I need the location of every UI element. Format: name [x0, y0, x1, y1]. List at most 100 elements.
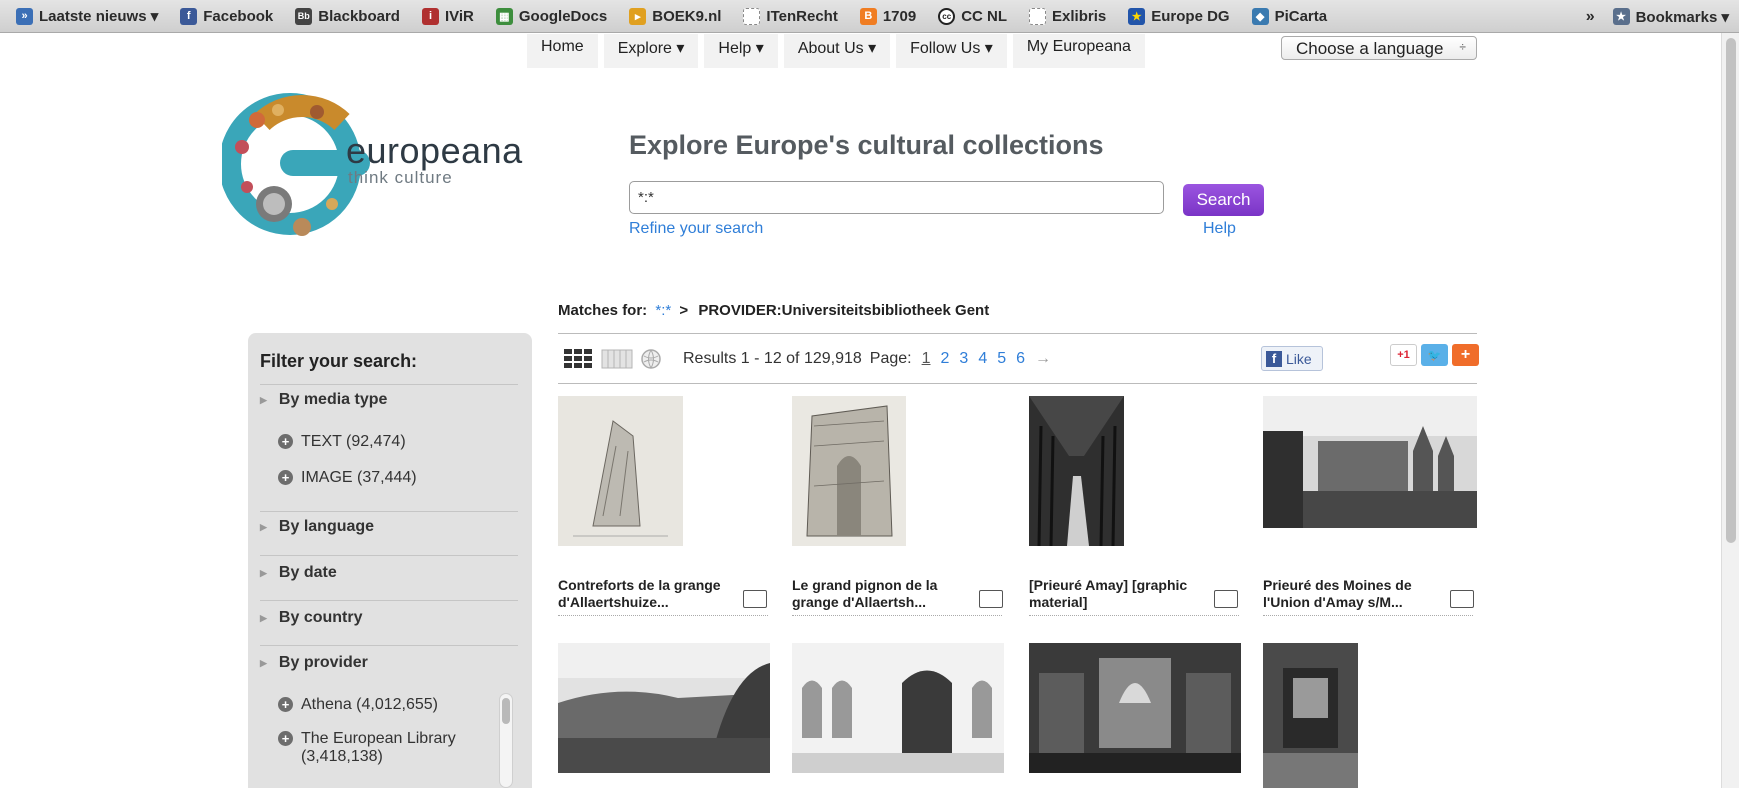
share-buttons: +1 🐦 + [1386, 344, 1479, 366]
result-thumbnail[interactable] [792, 396, 906, 546]
logo-subtitle: think culture [348, 168, 453, 187]
bookmark-ivir[interactable]: i IViR [421, 7, 474, 25]
result-title[interactable]: Prieuré des Moines de l'Union d'Amay s/M.… [1263, 577, 1443, 611]
page-link-1[interactable]: 1 [922, 350, 931, 368]
result-divider [1029, 615, 1239, 616]
page-link-2[interactable]: 2 [941, 350, 950, 368]
like-label: Like [1286, 350, 1312, 367]
matches-label: Matches for: [558, 302, 648, 319]
page-link-5[interactable]: 5 [997, 350, 1006, 368]
image-type-icon [979, 590, 1003, 608]
timeline-view-icon[interactable] [601, 348, 633, 370]
add-filter-icon: + [278, 697, 293, 712]
add-filter-icon: + [278, 434, 293, 449]
search-button[interactable]: Search [1183, 184, 1264, 216]
bookmark-blackboard[interactable]: Bb Blackboard [295, 7, 400, 25]
nav-help[interactable]: Help ▾ [704, 34, 778, 68]
rss-icon: » [16, 7, 33, 25]
provider-list-scrollbar[interactable] [499, 693, 513, 788]
grid-view-icon[interactable] [563, 348, 595, 370]
nav-my-europeana[interactable]: My Europeana [1012, 34, 1145, 68]
collapse-triangle-icon: ▶ [260, 657, 267, 668]
result-title[interactable]: [Prieuré Amay] [graphic material] [1029, 577, 1209, 611]
filter-option-image[interactable]: + IMAGE (37,444) [278, 469, 417, 487]
bookmarks-button[interactable]: Bookmarks ▾ [1636, 8, 1729, 26]
boek9-icon: ▸ [629, 7, 647, 25]
collapse-triangle-icon: ▶ [260, 394, 267, 405]
twitter-icon[interactable]: 🐦 [1421, 344, 1448, 366]
result-thumbnail[interactable] [1263, 643, 1358, 788]
next-page-arrow-icon[interactable]: → [1035, 350, 1051, 368]
image-type-icon [743, 590, 767, 608]
filter-option-text[interactable]: + TEXT (92,474) [278, 433, 406, 451]
provider-list-scroll-thumb[interactable] [502, 698, 510, 724]
filter-option-european-library[interactable]: + The European Library (3,418,138) [278, 730, 456, 766]
bookmarks-bar: » Laatste nieuws ▾ f Facebook Bb Blackboard… [0, 0, 1739, 33]
filter-divider [260, 555, 518, 556]
search-help-link[interactable]: Help [1203, 220, 1236, 238]
facebook-icon: f [180, 7, 198, 25]
results-toolbar: Results 1 - 12 of 129,918 Page: 1 2 3 4 … [563, 345, 1051, 373]
nav-about-us[interactable]: About Us ▾ [783, 34, 891, 68]
blackboard-icon: Bb [295, 7, 313, 25]
result-thumbnail[interactable] [558, 396, 683, 546]
bookmark-picarta[interactable]: ◆ PiCarta [1251, 7, 1327, 25]
page-link-3[interactable]: 3 [959, 350, 968, 368]
add-share-icon[interactable]: + [1452, 344, 1479, 366]
result-title[interactable]: Le grand pignon de la grange d'Allaertsh.… [792, 577, 972, 611]
page-link-4[interactable]: 4 [978, 350, 987, 368]
google-docs-icon: ▦ [495, 7, 513, 25]
result-thumbnail[interactable] [1263, 396, 1477, 528]
expand-triangle-icon: ▶ [260, 612, 267, 623]
logo-title: europeana [346, 130, 523, 171]
result-thumbnail[interactable] [792, 643, 1004, 773]
nav-home[interactable]: Home [527, 34, 598, 68]
filter-date[interactable]: ▶ By date [260, 564, 337, 582]
result-divider [1263, 615, 1473, 616]
add-filter-icon: + [278, 470, 293, 485]
facebook-like-button[interactable]: f Like [1261, 346, 1323, 371]
result-thumbnail[interactable] [1029, 643, 1241, 773]
filter-option-athena[interactable]: + Athena (4,012,655) [278, 696, 438, 714]
filter-country[interactable]: ▶ By country [260, 609, 363, 627]
page-scrollbar[interactable] [1721, 33, 1739, 788]
bookmark-europe-dg[interactable]: ★ Europe DG [1128, 7, 1230, 25]
overflow-chevron-icon[interactable]: » [1586, 8, 1595, 26]
matches-separator: > [679, 302, 689, 319]
search-input[interactable] [629, 181, 1164, 214]
result-thumbnail[interactable] [558, 643, 770, 773]
filter-title: Filter your search: [260, 351, 418, 371]
result-thumbnail[interactable] [1029, 396, 1124, 546]
map-view-globe-icon[interactable] [639, 348, 663, 370]
picarta-icon: ◆ [1251, 7, 1269, 25]
creative-commons-icon: cc [938, 7, 956, 25]
filter-divider [260, 511, 518, 512]
filter-media-type[interactable]: ▶ By media type [260, 391, 387, 409]
matches-breadcrumb: Matches for: *:* > PROVIDER:Universiteit… [558, 302, 989, 319]
bookmark-facebook[interactable]: f Facebook [180, 7, 273, 25]
matches-query-link[interactable]: *:* [655, 302, 671, 319]
blank-page-icon [743, 7, 761, 25]
filter-provider[interactable]: ▶ By provider [260, 654, 368, 672]
result-title[interactable]: Contreforts de la grange d'Allaertshuize.… [558, 577, 738, 611]
bookmark-exlibris[interactable]: Exlibris [1029, 7, 1106, 25]
refine-search-link[interactable]: Refine your search [629, 220, 763, 238]
google-plus-icon[interactable]: +1 [1390, 344, 1417, 366]
filter-sidebar: Filter your search: ▶ By media type + TEXT… [248, 333, 532, 788]
bookmark-cc-nl[interactable]: cc CC NL [938, 7, 1007, 25]
page-scrollbar-thumb[interactable] [1726, 38, 1736, 543]
eu-flag-icon: ★ [1128, 7, 1146, 25]
bookmark-googledocs[interactable]: ▦ GoogleDocs [495, 7, 607, 25]
top-navigation: Home Explore ▾ Help ▾ About Us ▾ Follow … [527, 34, 1151, 70]
bookmark-boek9[interactable]: ▸ BOEK9.nl [629, 7, 721, 25]
language-select[interactable]: Choose a language ÷ [1281, 36, 1477, 60]
nav-explore[interactable]: Explore ▾ [603, 34, 699, 68]
nav-follow-us[interactable]: Follow Us ▾ [896, 34, 1007, 68]
bookmark-laatste-nieuws[interactable]: » Laatste nieuws ▾ [16, 7, 158, 25]
page-link-6[interactable]: 6 [1016, 350, 1025, 368]
bookmark-1709[interactable]: B 1709 [859, 7, 916, 25]
bookmark-itenrecht[interactable]: ITenRecht [743, 7, 838, 25]
page-headline: Explore Europe's cultural collections [629, 130, 1104, 160]
filter-language[interactable]: ▶ By language [260, 518, 374, 536]
filter-divider [260, 384, 518, 385]
